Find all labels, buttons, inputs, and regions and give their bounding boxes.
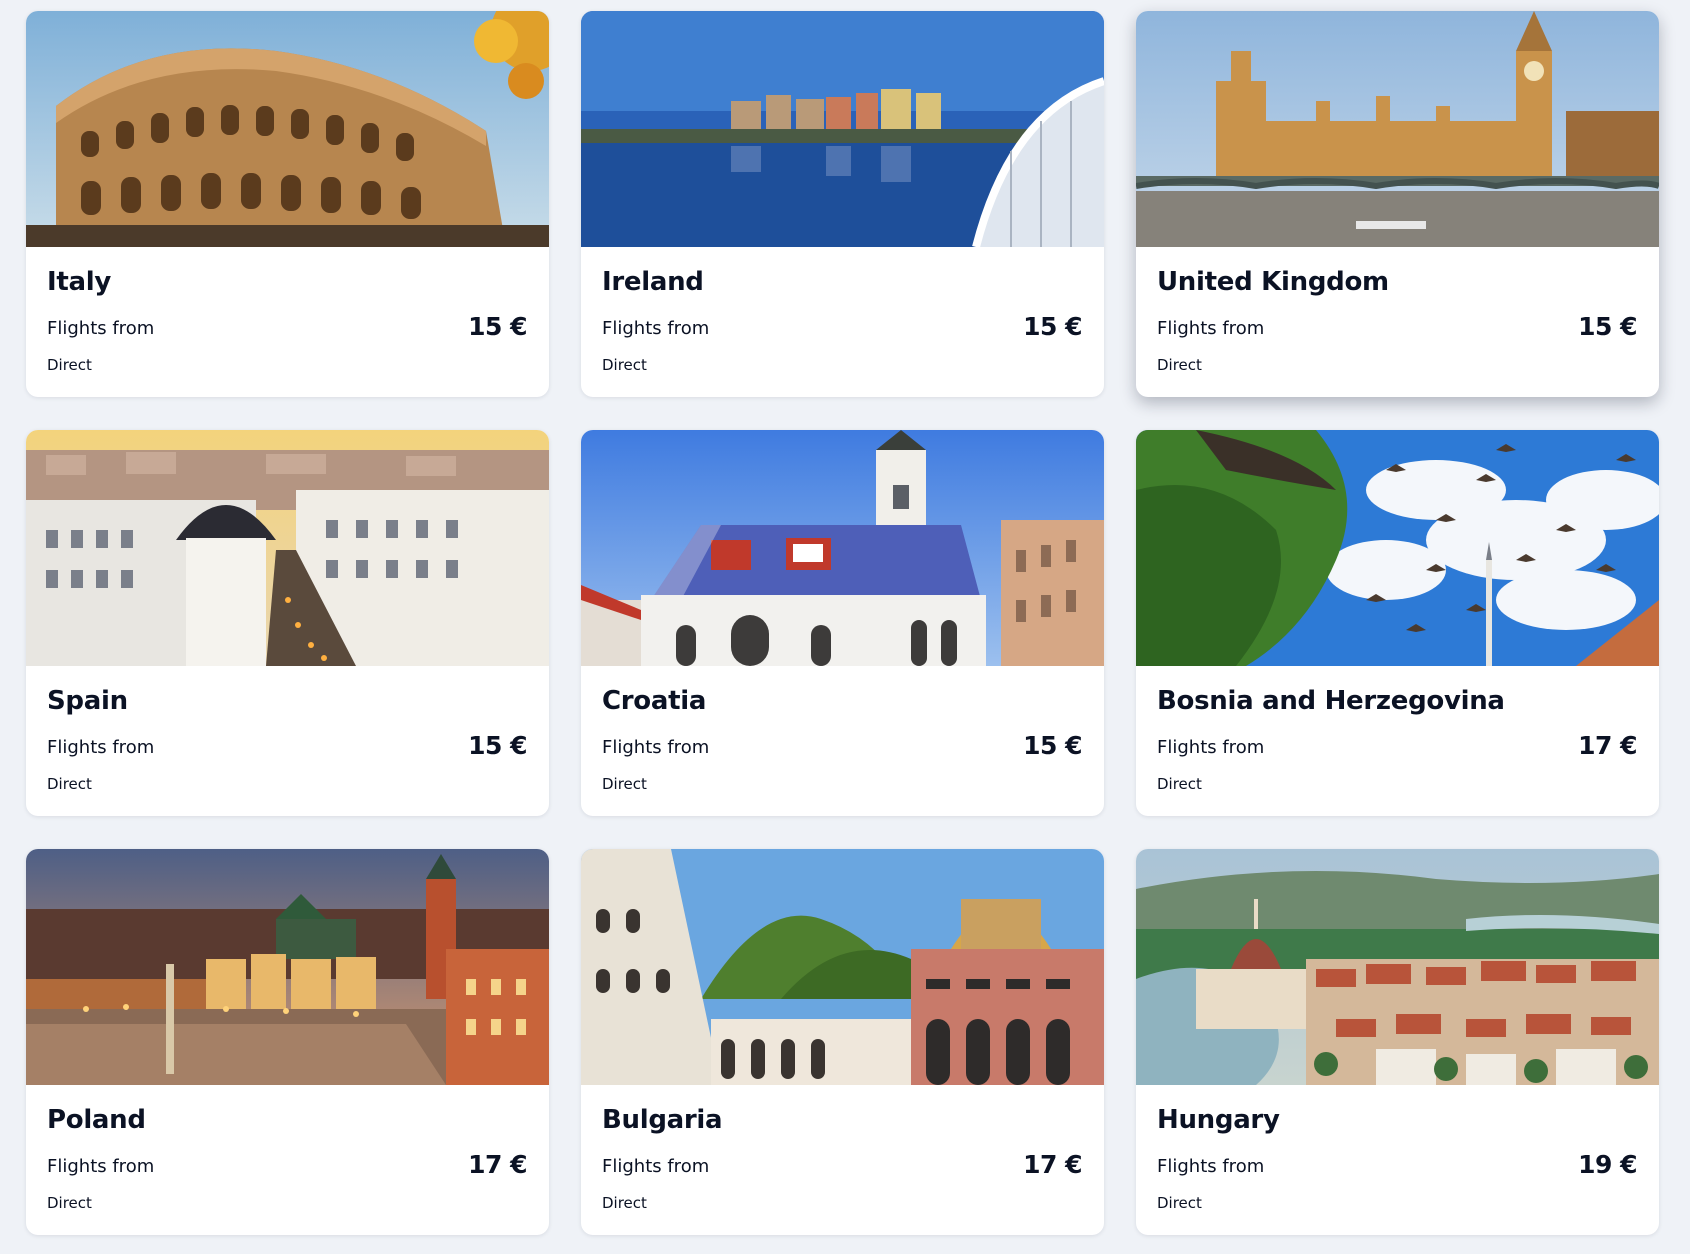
monastery-courtyard-photo	[581, 849, 1104, 1085]
destination-card-croatia[interactable]: Croatia Flights from 15 € Direct	[581, 430, 1104, 816]
flights-from-label: Flights from	[602, 1156, 710, 1177]
flights-from-label: Flights from	[47, 737, 155, 758]
destination-card-poland[interactable]: Poland Flights from 17 € Direct	[26, 849, 549, 1235]
destination-card-hungary[interactable]: Hungary Flights from 19 € Direct	[1136, 849, 1659, 1235]
price: 19 €	[1578, 1150, 1637, 1179]
country-name: Spain	[47, 686, 128, 716]
flights-from-label: Flights from	[1157, 318, 1265, 339]
destination-card-ireland[interactable]: Ireland Flights from 15 € Direct	[581, 11, 1104, 397]
direct-label: Direct	[47, 356, 92, 374]
destination-card-spain[interactable]: Spain Flights from 15 € Direct	[26, 430, 549, 816]
country-name: Hungary	[1157, 1105, 1280, 1135]
price: 15 €	[1023, 312, 1082, 341]
direct-label: Direct	[1157, 356, 1202, 374]
country-name: Bulgaria	[602, 1105, 723, 1135]
destination-card-bosnia-and-herzegovina[interactable]: Bosnia and Herzegovina Flights from 17 €…	[1136, 430, 1659, 816]
country-name: Italy	[47, 267, 112, 297]
destination-grid: Italy Flights from 15 € Direct Ireland F…	[26, 11, 1659, 1235]
tiled-roof-church-photo	[581, 430, 1104, 666]
destination-card-italy[interactable]: Italy Flights from 15 € Direct	[26, 11, 549, 397]
flights-from-label: Flights from	[602, 737, 710, 758]
direct-label: Direct	[1157, 775, 1202, 793]
price: 15 €	[1578, 312, 1637, 341]
flights-from-label: Flights from	[47, 1156, 155, 1177]
flights-from-label: Flights from	[1157, 1156, 1265, 1177]
country-name: United Kingdom	[1157, 267, 1389, 297]
direct-label: Direct	[602, 775, 647, 793]
river-bridge-photo	[581, 11, 1104, 247]
danube-parliament-photo	[1136, 849, 1659, 1085]
city-avenue-photo	[26, 430, 549, 666]
price: 15 €	[1023, 731, 1082, 760]
colosseum-photo	[26, 11, 549, 247]
old-town-square-photo	[26, 849, 549, 1085]
country-name: Croatia	[602, 686, 707, 716]
price: 15 €	[468, 312, 527, 341]
country-name: Poland	[47, 1105, 146, 1135]
direct-label: Direct	[602, 356, 647, 374]
direct-label: Direct	[1157, 1194, 1202, 1212]
parliament-big-ben-photo	[1136, 11, 1659, 247]
price: 17 €	[1023, 1150, 1082, 1179]
flights-from-label: Flights from	[1157, 737, 1265, 758]
country-name: Bosnia and Herzegovina	[1157, 686, 1505, 716]
price: 15 €	[468, 731, 527, 760]
flights-from-label: Flights from	[47, 318, 155, 339]
destination-card-united-kingdom[interactable]: United Kingdom Flights from 15 € Direct	[1136, 11, 1659, 397]
direct-label: Direct	[47, 1194, 92, 1212]
flights-from-label: Flights from	[602, 318, 710, 339]
price: 17 €	[468, 1150, 527, 1179]
country-name: Ireland	[602, 267, 704, 297]
direct-label: Direct	[602, 1194, 647, 1212]
pigeons-sky-photo	[1136, 430, 1659, 666]
destination-card-bulgaria[interactable]: Bulgaria Flights from 17 € Direct	[581, 849, 1104, 1235]
direct-label: Direct	[47, 775, 92, 793]
price: 17 €	[1578, 731, 1637, 760]
